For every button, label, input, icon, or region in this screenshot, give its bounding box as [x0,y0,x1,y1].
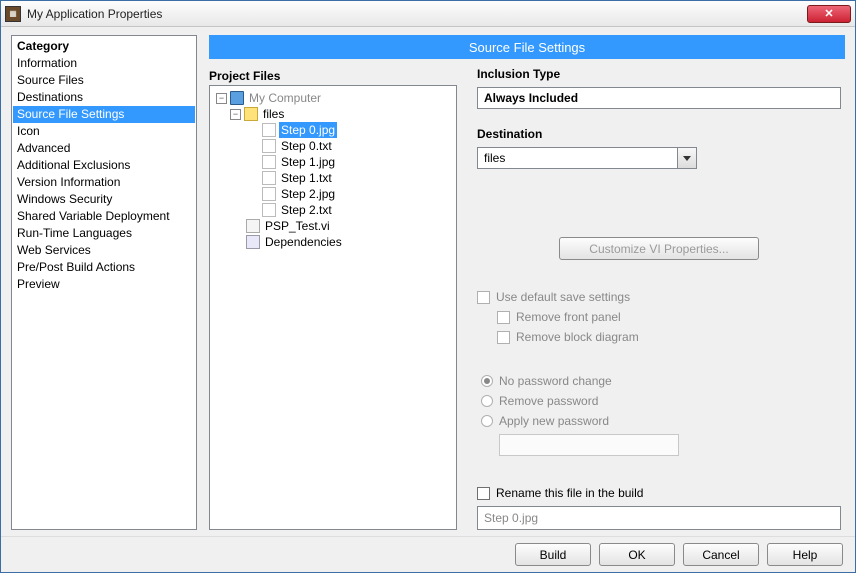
radio-icon [481,375,493,387]
tree-label-folder: files [261,106,286,122]
collapse-icon[interactable]: − [216,93,227,104]
app-icon: ▦ [5,6,21,22]
dialog-body: Category Information Source Files Destin… [1,27,855,536]
file-icon [262,155,276,169]
collapse-icon[interactable]: − [230,109,241,120]
build-button[interactable]: Build [515,543,591,566]
customize-vi-properties-button[interactable]: Customize VI Properties... [559,237,759,260]
inclusion-type-value: Always Included [477,87,841,109]
destination-value: files [477,147,677,169]
tree-label-file: Step 2.txt [279,202,334,218]
computer-icon [230,91,244,105]
checkbox-icon [497,331,510,344]
remove-password-label: Remove password [499,394,598,408]
panels: Project Files − My Computer − files [209,67,845,530]
category-header: Category [13,37,195,55]
rename-file-label: Rename this file in the build [496,486,643,500]
category-item-icon[interactable]: Icon [13,123,195,140]
project-files-tree[interactable]: − My Computer − files Step 0.jpg [209,85,457,530]
remove-block-diagram-checkbox[interactable]: Remove block diagram [497,330,841,344]
tree-node-file[interactable]: Step 2.jpg [212,186,454,202]
category-item-windows-security[interactable]: Windows Security [13,191,195,208]
tree-node-file[interactable]: Step 1.jpg [212,154,454,170]
destination-dropdown[interactable]: files [477,147,697,169]
right-pane: Source File Settings Project Files − My … [209,35,845,530]
category-item-advanced[interactable]: Advanced [13,140,195,157]
folder-icon [244,107,258,121]
category-item-shared-variable-deployment[interactable]: Shared Variable Deployment [13,208,195,225]
tree-label-file: Step 1.txt [279,170,334,186]
no-password-label: No password change [499,374,612,388]
checkbox-icon [497,311,510,324]
tree-label-deps: Dependencies [263,234,344,250]
radio-icon [481,395,493,407]
remove-password-radio[interactable]: Remove password [481,394,841,408]
file-icon [262,171,276,185]
category-item-run-time-languages[interactable]: Run-Time Languages [13,225,195,242]
tree-label-root: My Computer [247,90,323,106]
checkbox-icon [477,487,490,500]
tree-node-file[interactable]: Step 0.jpg [212,122,454,138]
tree-node-root[interactable]: − My Computer [212,90,454,106]
chevron-down-icon [683,156,691,161]
tree-label-file: Step 0.jpg [279,122,337,138]
rename-file-checkbox[interactable]: Rename this file in the build [477,486,841,500]
apply-password-radio[interactable]: Apply new password [481,414,841,428]
window-title: My Application Properties [27,7,807,21]
category-item-information[interactable]: Information [13,55,195,72]
destination-label: Destination [477,127,841,141]
help-button[interactable]: Help [767,543,843,566]
tree-node-file[interactable]: Step 1.txt [212,170,454,186]
tree-node-file[interactable]: Step 0.txt [212,138,454,154]
password-input[interactable] [499,434,679,456]
file-icon [262,139,276,153]
dialog-footer: Build OK Cancel Help [1,536,855,572]
settings-panel: Inclusion Type Always Included Destinati… [477,67,845,530]
category-item-destinations[interactable]: Destinations [13,89,195,106]
tree-node-file[interactable]: Step 2.txt [212,202,454,218]
tree-label-file: Step 2.jpg [279,186,337,202]
project-files-panel: Project Files − My Computer − files [209,67,457,530]
file-icon [262,123,276,137]
category-item-pre-post-build[interactable]: Pre/Post Build Actions [13,259,195,276]
remove-front-panel-checkbox[interactable]: Remove front panel [497,310,841,324]
titlebar[interactable]: ▦ My Application Properties ✕ [1,1,855,27]
dialog-window: ▦ My Application Properties ✕ Category I… [0,0,856,573]
inclusion-type-label: Inclusion Type [477,67,841,81]
tree-label-file: Step 0.txt [279,138,334,154]
category-item-web-services[interactable]: Web Services [13,242,195,259]
category-item-additional-exclusions[interactable]: Additional Exclusions [13,157,195,174]
category-item-source-file-settings[interactable]: Source File Settings [13,106,195,123]
apply-password-label: Apply new password [499,414,609,428]
category-item-source-files[interactable]: Source Files [13,72,195,89]
use-default-save-label: Use default save settings [496,290,630,304]
vi-icon [246,219,260,233]
category-item-preview[interactable]: Preview [13,276,195,293]
category-list: Category Information Source Files Destin… [11,35,197,530]
no-password-radio[interactable]: No password change [481,374,841,388]
dropdown-button[interactable] [677,147,697,169]
cancel-button[interactable]: Cancel [683,543,759,566]
tree-label-vi: PSP_Test.vi [263,218,332,234]
remove-front-panel-label: Remove front panel [516,310,621,324]
dependencies-icon [246,235,260,249]
close-button[interactable]: ✕ [807,5,851,23]
file-icon [262,187,276,201]
checkbox-icon [477,291,490,304]
tree-node-folder[interactable]: − files [212,106,454,122]
rename-file-input[interactable]: Step 0.jpg [477,506,841,530]
tree-label-file: Step 1.jpg [279,154,337,170]
tree-node-vi[interactable]: PSP_Test.vi [212,218,454,234]
use-default-save-checkbox[interactable]: Use default save settings [477,290,841,304]
tree-node-dependencies[interactable]: Dependencies [212,234,454,250]
category-item-version-information[interactable]: Version Information [13,174,195,191]
ok-button[interactable]: OK [599,543,675,566]
file-icon [262,203,276,217]
remove-block-diagram-label: Remove block diagram [516,330,639,344]
radio-icon [481,415,493,427]
page-title-banner: Source File Settings [209,35,845,59]
project-files-label: Project Files [209,67,457,85]
